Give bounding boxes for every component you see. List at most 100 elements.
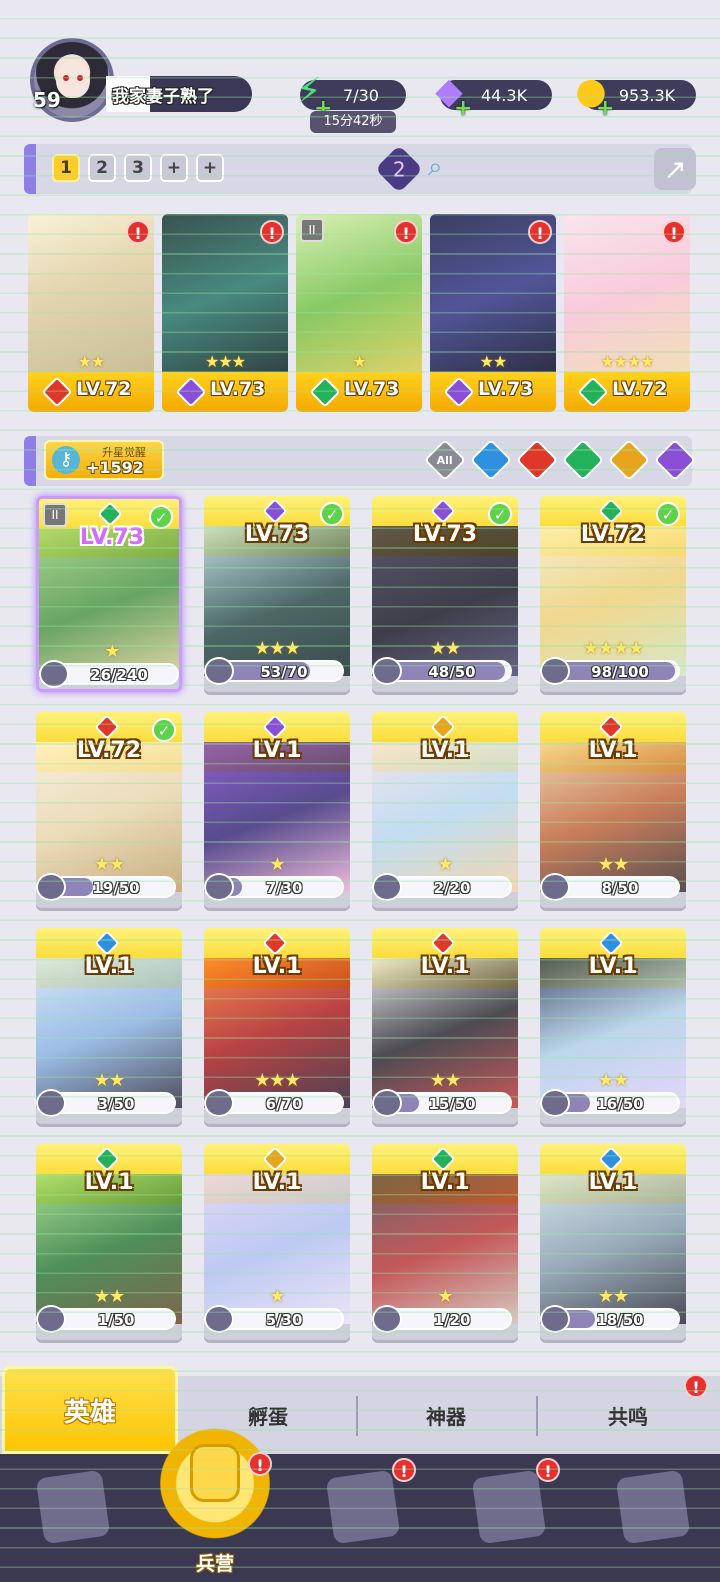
hero-card[interactable]: LV.1 ★★ 18/50 [540, 1144, 686, 1340]
rank-badge-icon: II [300, 218, 324, 242]
hero-card[interactable]: LV.73 ✓ ★★★ 53/70 [204, 496, 350, 692]
team-tab-add-2[interactable]: + [196, 154, 224, 182]
key-icon: ⚷ [52, 446, 80, 474]
gem-value: 44.3K [480, 85, 528, 105]
hero-stars: ★★ [429, 638, 461, 659]
hero-card[interactable]: LV.1 ★★ 16/50 [540, 928, 686, 1124]
team-tab-2[interactable]: 2 [88, 154, 116, 182]
hero-level: LV.1 [420, 954, 470, 979]
energy-counter[interactable]: ⚡ + 7/30 [296, 71, 406, 121]
hero-stars: ★★ [93, 1070, 125, 1091]
team-slot-5[interactable]: ★★★★ LV.72! [564, 214, 690, 412]
fire-element-icon [598, 714, 624, 740]
team-slot-4[interactable]: ★★ LV.73! [430, 214, 556, 412]
hero-stars: ★★★ [204, 352, 246, 371]
in-team-check-icon: ✓ [320, 502, 344, 526]
hero-card[interactable]: LV.1 ★★ 1/50 [36, 1144, 182, 1340]
star-awaken-value: +1592 [86, 458, 144, 477]
shard-progress-bar: 3/50 [36, 1089, 176, 1117]
hero-card[interactable]: LV.73 ✓ ★★ 48/50 [372, 496, 518, 692]
hero-card[interactable]: LV.1 ★ 1/20 [372, 1144, 518, 1340]
hero-stars: ★ [437, 1286, 453, 1307]
shard-progress-bar: 53/70 [204, 657, 344, 685]
team-tab-add-1[interactable]: + [160, 154, 188, 182]
level-plate: LV.72 [28, 372, 154, 412]
shard-count: 53/70 [260, 663, 308, 681]
search-icon[interactable]: ⌕ [428, 152, 443, 183]
level-plate: LV.72 [564, 372, 690, 412]
hero-level: LV.1 [252, 1170, 302, 1195]
hero-card[interactable]: LV.1 ★★★ 6/70 [204, 928, 350, 1124]
hero-card[interactable]: LV.1 ★★ 15/50 [372, 928, 518, 1124]
nav-cards[interactable] [20, 1468, 120, 1568]
hero-level: LV.1 [588, 954, 638, 979]
shard-progress-bar: 18/50 [540, 1305, 680, 1333]
hero-stars: ★★ [597, 854, 629, 875]
shard-progress-bar: 26/240 [39, 660, 179, 688]
nav-barracks[interactable]: ! 兵营 [160, 1428, 272, 1582]
hero-level: LV.1 [588, 738, 638, 763]
in-team-check-icon: ✓ [152, 718, 176, 742]
hero-card[interactable]: LV.1 ★ 7/30 [204, 712, 350, 908]
shard-count: 19/50 [92, 879, 140, 897]
team-tab-1[interactable]: 1 [52, 154, 80, 182]
upgrade-alert-icon: ! [260, 220, 284, 244]
shard-count: 3/50 [97, 1095, 135, 1113]
hero-card[interactable]: LV.1 ★ 5/30 [204, 1144, 350, 1340]
energy-timer: 15分42秒 [310, 111, 396, 133]
hero-card[interactable]: LV.72 ✓ ★★ 19/50 [36, 712, 182, 908]
hero-level: LV.73 [478, 378, 534, 400]
energy-value: 7/30 [343, 85, 379, 105]
wind-element-icon [577, 376, 609, 408]
hero-stars: ★★ [93, 854, 125, 875]
hero-level: LV.1 [420, 1170, 470, 1195]
nav-guild[interactable] [600, 1468, 700, 1568]
shard-progress-bar: 6/70 [204, 1089, 344, 1117]
hero-level: LV.1 [588, 1170, 638, 1195]
shard-count: 2/20 [433, 879, 471, 897]
gold-counter[interactable]: ● + 953.3K [575, 71, 696, 121]
nav-shrine[interactable]: ! [456, 1458, 560, 1568]
fire-element-icon [262, 930, 288, 956]
dark-element-icon [262, 714, 288, 740]
shard-count: 48/50 [428, 663, 476, 681]
hero-level: LV.1 [252, 954, 302, 979]
hero-card[interactable]: LV.1 ★ 2/20 [372, 712, 518, 908]
star-awaken-button[interactable]: ⚷ 升星觉醒 +1592 [44, 440, 164, 480]
gem-counter[interactable]: ◆ + 44.3K [435, 71, 552, 121]
tab-heroes[interactable]: 英雄 [2, 1366, 178, 1454]
wind-element-icon [94, 1146, 120, 1172]
shard-progress-bar: 48/50 [372, 657, 512, 685]
shard-progress-bar: 7/30 [204, 873, 344, 901]
team-tab-3[interactable]: 3 [124, 154, 152, 182]
shard-count: 1/50 [97, 1311, 135, 1329]
team-slot-3[interactable]: ★ LV.73 II! [296, 214, 422, 412]
tab-artifacts[interactable]: 神器 [358, 1376, 534, 1454]
upgrade-alert-icon: ! [126, 220, 150, 244]
player-name-plate[interactable]: 我家妻子熟了 [106, 76, 252, 112]
hero-stars: ★★ [93, 1286, 125, 1307]
nav-map[interactable]: ! [310, 1458, 416, 1568]
hero-level: LV.73 [344, 378, 400, 400]
in-team-check-icon: ✓ [656, 502, 680, 526]
shard-count: 7/30 [265, 879, 303, 897]
hero-stars: ★★ [479, 352, 508, 371]
in-team-check-icon: ✓ [488, 502, 512, 526]
shard-progress-bar: 8/50 [540, 873, 680, 901]
hero-level: LV.72 [76, 378, 132, 400]
share-icon[interactable]: ↗ [654, 148, 696, 190]
shard-count: 1/20 [433, 1311, 471, 1329]
hero-card[interactable]: LV.1 ★★ 8/50 [540, 712, 686, 908]
add-gems-icon[interactable]: + [454, 96, 472, 121]
team-pet-icon[interactable]: 2 [374, 144, 424, 194]
team-slot-2[interactable]: ★★★ LV.73! [162, 214, 288, 412]
hero-stars: ★★★★ [582, 638, 645, 659]
hero-card[interactable]: LV.1 ★★ 3/50 [36, 928, 182, 1124]
water-element-icon [94, 930, 120, 956]
hero-card[interactable]: LV.73 ✓ II ★ 26/240 [36, 496, 182, 692]
hero-card[interactable]: LV.72 ✓ ★★★★ 98/100 [540, 496, 686, 692]
hero-level: LV.72 [580, 522, 646, 547]
bottom-nav: ! ! [0, 1454, 720, 1582]
add-gold-icon[interactable]: + [596, 96, 614, 121]
team-slot-1[interactable]: ★★ LV.72! [28, 214, 154, 412]
